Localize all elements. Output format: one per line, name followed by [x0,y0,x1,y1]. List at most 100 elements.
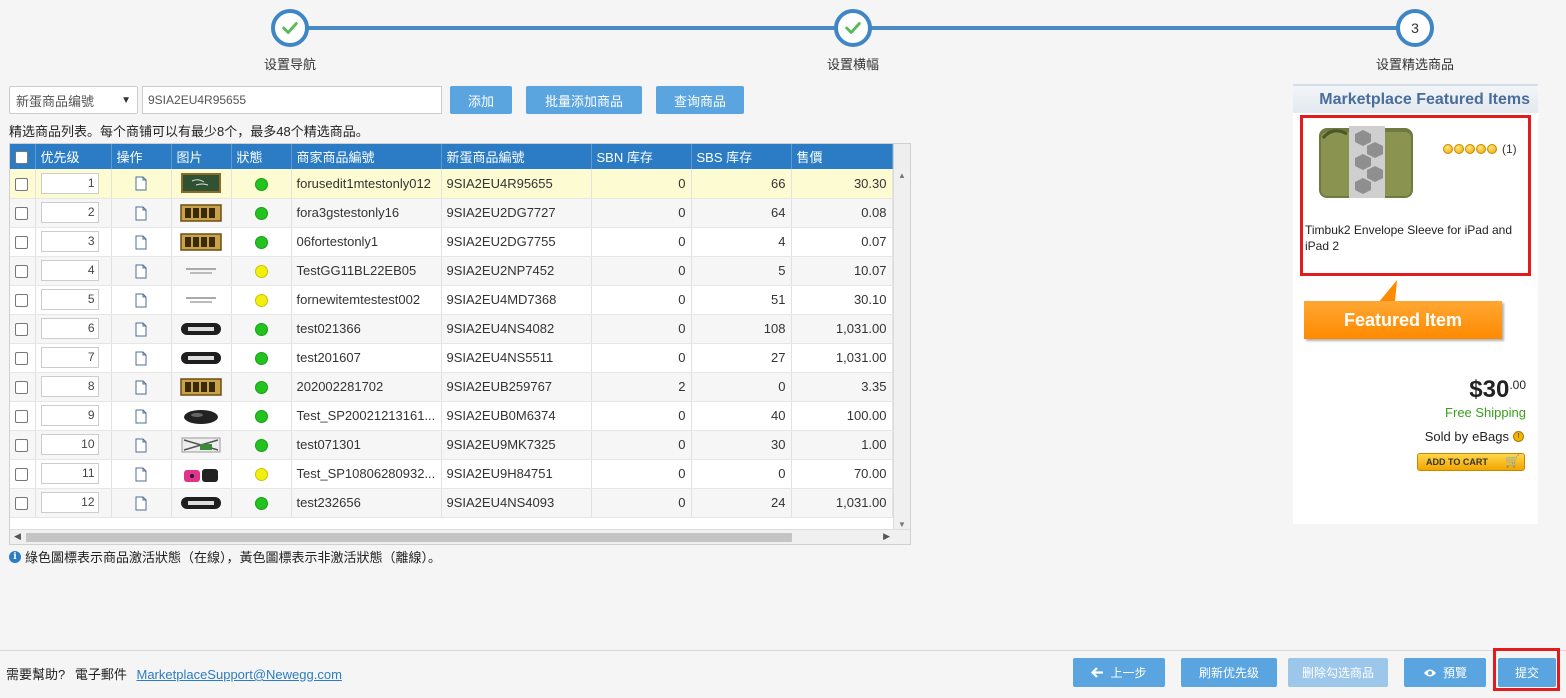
table-row[interactable]: 6 test021366 9SIA2EU4NS4082 0 108 1,031.00 [10,314,893,344]
table-row[interactable]: 4 TestGG11BL22EB05 9SIA2EU2NP7452 0 5 10.07 [10,256,893,286]
priority-input[interactable]: 5 [40,289,99,310]
row-checkbox[interactable] [15,352,28,366]
edit-document-icon[interactable] [135,467,147,482]
row-checkbox[interactable] [15,468,28,482]
row-checkbox[interactable] [15,177,28,191]
price-cell: 100.00 [791,401,893,431]
star-icon [1454,144,1464,154]
priority-input[interactable]: 2 [40,202,99,223]
row-select-cell[interactable] [10,401,36,431]
refresh-priority-button[interactable]: 刷新优先级 [1181,658,1277,687]
row-checkbox[interactable] [15,381,28,395]
product-thumbnail [180,377,222,396]
col-header-image: 图片 [171,144,232,169]
row-select-cell[interactable] [10,169,36,199]
table-row[interactable]: 3 06fortestonly1 9SIA2EU2DG7755 0 4 0.07 [10,227,893,257]
row-checkbox[interactable] [15,236,28,250]
sbn-stock-cell: 0 [591,198,692,228]
cart-icon: 🛒 [1505,454,1520,468]
row-checkbox[interactable] [15,323,28,337]
priority-input[interactable]: 8 [40,376,99,397]
scroll-down-icon[interactable]: ▼ [898,520,906,529]
edit-document-icon[interactable] [135,293,147,308]
priority-input[interactable]: 10 [40,434,99,455]
row-select-cell[interactable] [10,227,36,257]
table-horizontal-scrollbar[interactable]: ◀ ▶ [10,529,910,544]
row-checkbox[interactable] [15,294,28,308]
priority-input[interactable]: 1 [40,172,99,194]
delete-selected-button[interactable]: 删除勾选商品 [1288,658,1388,687]
priority-input[interactable]: 11 [40,463,99,484]
table-row[interactable]: 12 test232656 9SIA2EU4NS4093 0 24 1,031.00 [10,488,893,518]
add-button[interactable]: 添加 [450,86,512,114]
priority-input[interactable]: 6 [40,318,99,339]
table-row[interactable]: 9 Test_SP20021213161... 9SIA2EUB0M6374 0 40 1… [10,401,893,431]
edit-document-icon[interactable] [135,351,147,366]
priority-input[interactable]: 4 [40,260,99,281]
edit-document-icon[interactable] [135,438,147,453]
table-row[interactable]: 7 test201607 9SIA2EU4NS5511 0 27 1,031.00 [10,343,893,373]
scroll-right-icon[interactable]: ▶ [883,531,890,542]
table-row[interactable]: 2 fora3gstestonly16 9SIA2EU2DG7727 0 64 0.08 [10,198,893,228]
table-vertical-scrollbar[interactable]: ▲ ▼ [893,169,910,531]
sbn-stock-cell: 0 [591,343,692,373]
priority-input[interactable]: 3 [40,231,99,252]
priority-input[interactable]: 12 [40,492,99,513]
row-select-cell[interactable] [10,256,36,286]
edit-document-icon[interactable] [135,176,147,191]
table-row[interactable]: 5 fornewitemtestest002 9SIA2EU4MD7368 0 51 30… [10,285,893,315]
image-cell [171,314,232,344]
scroll-up-icon[interactable]: ▲ [898,171,906,180]
row-select-cell[interactable] [10,430,36,460]
sbs-stock-cell: 30 [691,430,792,460]
newegg-item-cell: 9SIA2EUB259767 [441,372,592,402]
item-number-input[interactable] [142,86,442,114]
row-select-cell[interactable] [10,314,36,344]
edit-document-icon[interactable] [135,206,147,221]
table-row[interactable]: 10 test071301 9SIA2EU9MK7325 0 30 1.00 [10,430,893,460]
query-items-button[interactable]: 查询商品 [656,86,744,114]
search-type-select[interactable]: 新蛋商品编號 ▼ [9,86,138,114]
table-row[interactable]: 8 202002281702 9SIA2EUB259767 2 0 3.35 [10,372,893,402]
row-checkbox[interactable] [15,265,28,279]
row-select-cell[interactable] [10,372,36,402]
table-row[interactable]: 11 Test_SP10806280932... 9SIA2EU9H84751 0 0 7… [10,459,893,489]
edit-document-icon[interactable] [135,380,147,395]
row-checkbox[interactable] [15,439,28,453]
action-cell [111,198,172,228]
scroll-left-icon[interactable]: ◀ [14,531,21,542]
horizontal-scroll-thumb[interactable] [26,533,792,542]
select-all-header[interactable] [10,144,36,169]
table-header-corner [893,144,910,169]
row-checkbox[interactable] [15,497,28,511]
action-cell [111,343,172,373]
action-cell [111,169,172,199]
col-header-newegg-item: 新蛋商品編號 [441,144,592,169]
row-checkbox[interactable] [15,207,28,221]
preview-button[interactable]: 預覽 [1404,658,1486,687]
row-select-cell[interactable] [10,459,36,489]
row-select-cell[interactable] [10,488,36,518]
product-thumbnail [180,291,222,306]
newegg-item-cell: 9SIA2EU4NS4082 [441,314,592,344]
priority-input[interactable]: 7 [40,347,99,368]
edit-document-icon[interactable] [135,264,147,279]
previous-step-button[interactable]: 上一步 [1073,658,1165,687]
price-cell: 70.00 [791,459,893,489]
priority-input[interactable]: 9 [40,405,99,426]
select-all-checkbox[interactable] [15,151,28,165]
table-row[interactable]: 1 forusedit1mtestonly012 9SIA2EU4R95655 0 66… [10,169,893,199]
row-checkbox[interactable] [15,410,28,424]
edit-document-icon[interactable] [135,235,147,250]
bulk-add-button[interactable]: 批量添加商品 [526,86,642,114]
edit-document-icon[interactable] [135,409,147,424]
row-select-cell[interactable] [10,198,36,228]
support-email-link[interactable]: MarketplaceSupport@Newegg.com [137,667,342,682]
priority-cell: 7 [35,343,112,373]
add-to-cart-button[interactable]: ADD TO CART 🛒 [1417,453,1525,471]
product-thumbnail [180,320,222,335]
row-select-cell[interactable] [10,285,36,315]
edit-document-icon[interactable] [135,496,147,511]
edit-document-icon[interactable] [135,322,147,337]
row-select-cell[interactable] [10,343,36,373]
